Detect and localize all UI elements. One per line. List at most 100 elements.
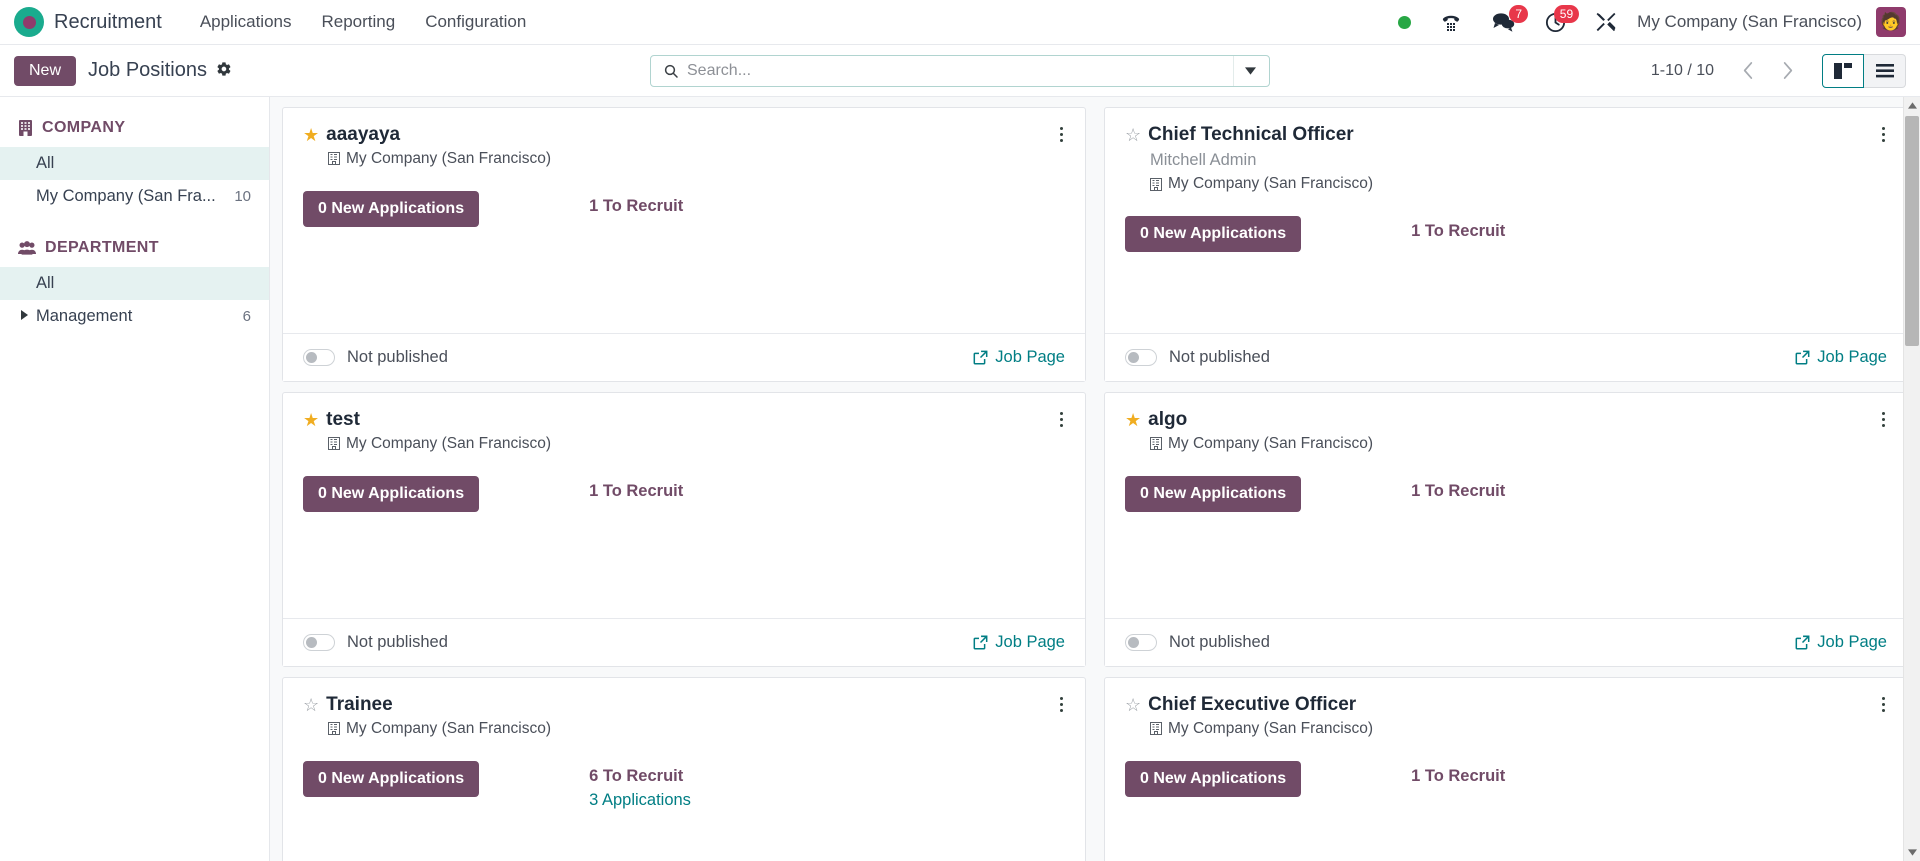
favorite-star-icon[interactable]: ☆ [303, 696, 319, 714]
to-recruit-count[interactable]: 1 To Recruit [1411, 767, 1505, 786]
control-panel: New Job Positions 1-10 / 10 [0, 45, 1920, 97]
to-recruit-count[interactable]: 1 To Recruit [589, 197, 683, 216]
card-menu-button[interactable] [1875, 409, 1891, 429]
favorite-star-icon[interactable]: ★ [303, 411, 319, 429]
job-page-link[interactable]: Job Page [1795, 348, 1887, 367]
card-menu-button[interactable] [1875, 124, 1891, 144]
card-stat-column: 1 To Recruit [1411, 761, 1505, 786]
toggle-knob [1128, 352, 1139, 363]
sidebar-item-company-my-company[interactable]: My Company (San Fra... 10 [0, 180, 269, 213]
avatar[interactable]: 🧑 [1876, 7, 1906, 37]
sidebar-item-department-management[interactable]: Management 6 [0, 300, 269, 333]
job-page-link[interactable]: Job Page [973, 633, 1065, 652]
publish-toggle[interactable] [303, 349, 335, 366]
search-input[interactable] [687, 55, 1233, 86]
card-stats: 0 New Applications 1 To Recruit [1125, 216, 1887, 253]
menu-item-reporting[interactable]: Reporting [309, 6, 407, 38]
searchbar[interactable] [650, 54, 1270, 87]
debug-tools-icon[interactable] [1581, 0, 1631, 45]
to-recruit-count[interactable]: 1 To Recruit [1411, 222, 1505, 241]
new-applications-button[interactable]: 0 New Applications [1125, 760, 1302, 797]
building-icon [18, 120, 33, 136]
favorite-star-icon[interactable]: ★ [303, 126, 319, 144]
new-applications-button[interactable]: 0 New Applications [303, 760, 480, 797]
scrollbar-thumb[interactable] [1905, 116, 1919, 346]
scroll-up-arrow-icon[interactable] [1904, 97, 1920, 114]
sidebar-item-department-all[interactable]: All [0, 267, 269, 300]
favorite-star-icon[interactable]: ☆ [1125, 126, 1141, 144]
job-page-link[interactable]: Job Page [1795, 633, 1887, 652]
pager-previous-button[interactable] [1728, 54, 1768, 88]
presence-online-dot-icon[interactable] [1384, 0, 1425, 45]
job-position-card[interactable]: ★ test My Company (San Francisco) 0 New … [282, 392, 1086, 667]
main-content: COMPANY All My Company (San Fra... 10 DE… [0, 97, 1920, 861]
expand-caret-icon[interactable] [21, 310, 28, 323]
job-page-label: Job Page [995, 633, 1065, 651]
menu-item-applications[interactable]: Applications [188, 6, 304, 38]
sidebar-item-company-all[interactable]: All [0, 147, 269, 180]
active-company-label[interactable]: My Company (San Francisco) [1631, 12, 1872, 32]
new-applications-button[interactable]: 0 New Applications [303, 475, 480, 512]
building-icon [328, 152, 340, 166]
card-title[interactable]: Chief Executive Officer [1148, 694, 1356, 716]
settings-gear-icon[interactable] [216, 61, 232, 81]
card-company-label: My Company (San Francisco) [346, 434, 552, 452]
sidebar-section-company-label: COMPANY [42, 119, 126, 136]
favorite-star-icon[interactable]: ☆ [1125, 696, 1141, 714]
job-position-card[interactable]: ★ aaayaya My Company (San Francisco) 0 N… [282, 107, 1086, 382]
search-icon [663, 63, 679, 79]
new-applications-button[interactable]: 0 New Applications [303, 190, 480, 227]
publish-toggle[interactable] [303, 634, 335, 651]
odoo-recruitment-logo-icon[interactable] [14, 7, 44, 37]
new-applications-button[interactable]: 0 New Applications [1125, 216, 1302, 253]
card-menu-button[interactable] [1053, 124, 1069, 144]
card-company-label: My Company (San Francisco) [346, 719, 552, 737]
kanban-icon [1834, 62, 1852, 79]
app-name[interactable]: Recruitment [54, 11, 162, 34]
toggle-knob [306, 352, 317, 363]
card-title[interactable]: algo [1148, 409, 1187, 431]
external-link-icon [1795, 635, 1810, 650]
card-title[interactable]: test [326, 409, 360, 431]
search-area [650, 54, 1270, 87]
card-menu-button[interactable] [1875, 694, 1891, 714]
card-title[interactable]: Chief Technical Officer [1148, 124, 1354, 146]
card-title[interactable]: aaayaya [326, 124, 400, 146]
to-recruit-count[interactable]: 6 To Recruit [589, 767, 691, 786]
scroll-down-arrow-icon[interactable] [1904, 844, 1920, 861]
messages-badge: 7 [1509, 4, 1529, 23]
publish-toggle[interactable] [1125, 349, 1157, 366]
job-position-card[interactable]: ★ algo My Company (San Francisco) 0 New … [1104, 392, 1908, 667]
building-icon [328, 722, 340, 736]
job-position-card[interactable]: ☆ Chief Executive Officer My Company (Sa… [1104, 677, 1908, 861]
activities-clock-icon[interactable]: 59 [1530, 0, 1581, 45]
job-page-link[interactable]: Job Page [973, 348, 1065, 367]
messages-icon[interactable]: 7 [1477, 0, 1530, 45]
card-company: My Company (San Francisco) [328, 719, 1065, 739]
favorite-star-icon[interactable]: ★ [1125, 411, 1141, 429]
card-menu-button[interactable] [1053, 409, 1069, 429]
sidebar-section-department-label: DEPARTMENT [45, 239, 159, 256]
menu-item-configuration[interactable]: Configuration [413, 6, 538, 38]
card-title[interactable]: Trainee [326, 694, 393, 716]
pager-count: 1-10 / 10 [1650, 61, 1714, 79]
publish-toggle[interactable] [1125, 634, 1157, 651]
pager-next-button[interactable] [1768, 54, 1808, 88]
voip-phone-icon[interactable] [1425, 0, 1477, 45]
kanban-view-button[interactable] [1822, 53, 1864, 88]
sidebar-section-company: COMPANY [0, 119, 269, 137]
to-recruit-count[interactable]: 1 To Recruit [1411, 482, 1505, 501]
job-position-card[interactable]: ☆ Chief Technical Officer Mitchell Admin… [1104, 107, 1908, 382]
card-body: ☆ Chief Technical Officer Mitchell Admin… [1105, 108, 1907, 333]
new-applications-button[interactable]: 0 New Applications [1125, 475, 1302, 512]
card-menu-button[interactable] [1053, 694, 1069, 714]
applications-count[interactable]: 3 Applications [589, 791, 691, 810]
job-position-card[interactable]: ☆ Trainee My Company (San Francisco) 0 N… [282, 677, 1086, 861]
search-dropdown-toggle[interactable] [1233, 55, 1267, 86]
card-stat-column: 1 To Recruit [1411, 216, 1505, 241]
card-stats: 0 New Applications 6 To Recruit 3 Applic… [303, 760, 1065, 810]
list-view-button[interactable] [1864, 53, 1906, 88]
to-recruit-count[interactable]: 1 To Recruit [589, 482, 683, 501]
vertical-scrollbar[interactable] [1903, 97, 1920, 861]
new-button[interactable]: New [14, 55, 77, 86]
